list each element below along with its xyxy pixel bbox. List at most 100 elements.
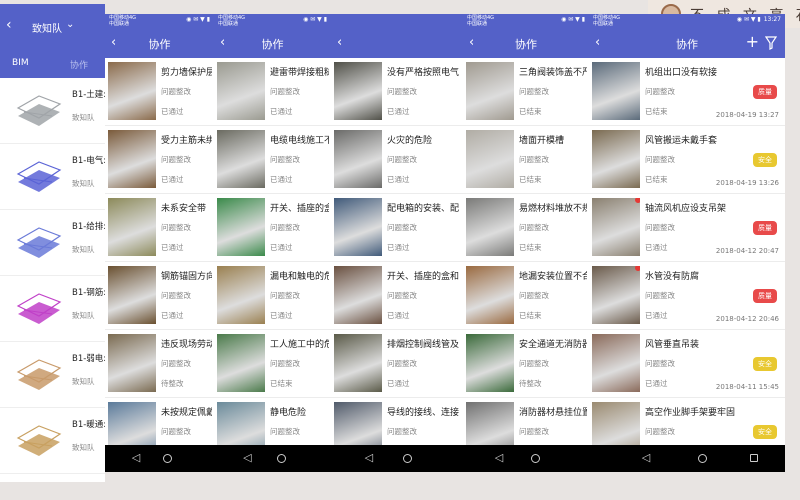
issue-status: 已通过 xyxy=(161,175,184,184)
issue-title: 地漏安装位置不合 xyxy=(519,272,587,282)
issue-title: 排烟控制阀线管及 xyxy=(387,340,460,350)
model-title: B1-暖通: xyxy=(72,420,105,430)
bim-model-item[interactable]: B1-土建: 致知队 xyxy=(0,78,105,144)
issue-list-item[interactable]: 配电箱的安装、配 问题整改 已通过 xyxy=(331,194,463,262)
issue-list-item[interactable]: 电缆电线施工不符问题整改已通过 xyxy=(214,126,331,194)
issue-list-item[interactable]: 未系安全带 问题整改 已通过 xyxy=(105,194,214,262)
issue-status: 已通过 xyxy=(387,175,410,184)
nav-back-icon[interactable]: ◁ xyxy=(642,452,650,464)
issue-title: 没有严格按照电气 xyxy=(387,68,460,78)
issue-title: 开关、插座的盒和 xyxy=(270,204,329,214)
issue-list-item[interactable]: 水管没有防腐 问题整改 已通过 质量 2018-04-12 20:46 xyxy=(589,262,785,330)
issue-list-item[interactable]: 安全通道无消防器 问题整改 待整改 xyxy=(463,330,589,398)
status-icon-glyphs: ◉ ✉ ▼ ▮ xyxy=(736,16,761,23)
issue-list-item[interactable]: 易燃材料堆放不规 问题整改 已结束 xyxy=(463,194,589,262)
issue-type: 问题整改 xyxy=(645,87,675,96)
issue-photo xyxy=(217,130,265,188)
page-title: 协作 xyxy=(148,38,171,51)
status-icons: ◉ ✉ ▼ ▮ xyxy=(303,17,327,23)
team-selector[interactable]: 致知队 xyxy=(32,20,62,35)
issue-list-item[interactable]: 开关、插座的盒和问题整改已通过 xyxy=(331,262,463,330)
issue-list-item[interactable]: 开关、插座的盒和问题整改已通过 xyxy=(214,194,331,262)
issue-photo xyxy=(217,266,265,324)
issue-list-item[interactable]: 钢筋锚固方向错问题整改已通过 xyxy=(105,262,214,330)
issue-title: 高空作业脚手架要牢固 xyxy=(645,408,735,418)
issue-photo xyxy=(592,266,640,324)
issue-type: 问题整改 xyxy=(270,155,300,164)
issue-list-item[interactable]: 墙面开模槽 问题整改 已结束 xyxy=(463,126,589,194)
issue-type: 问题整改 xyxy=(645,155,675,164)
issue-list-item[interactable]: 三角阀装饰盖不严 问题整改已结束 xyxy=(463,58,589,126)
issue-status: 已通过 xyxy=(387,311,410,320)
issue-list-item[interactable]: 受力主筋未绑扎问题整改已通过 xyxy=(105,126,214,194)
tab-bim[interactable]: BIM xyxy=(12,58,29,68)
issue-title: 三角阀装饰盖不严 xyxy=(519,68,587,78)
chevron-down-icon[interactable]: ⌄ xyxy=(66,19,74,30)
model-thumbnail xyxy=(12,86,66,136)
issue-list-item[interactable]: 工人施工中的危险问题整改已结束 xyxy=(214,330,331,398)
add-icon[interactable]: + xyxy=(746,32,759,51)
issue-photo xyxy=(334,198,382,256)
issue-list-item[interactable]: 火灾的危险 问题整改 已通过 xyxy=(331,126,463,194)
issue-photo xyxy=(334,334,382,392)
issue-photo xyxy=(592,198,640,256)
model-thumbnail xyxy=(12,350,66,400)
nav-back-icon[interactable]: ◁ xyxy=(243,452,251,464)
bim-model-item[interactable]: B1-暖通: 致知队 xyxy=(0,408,105,474)
issue-photo xyxy=(592,62,640,120)
issue-status: 已结束 xyxy=(519,175,542,184)
issue-type: 问题整改 xyxy=(270,87,300,96)
issue-list-item[interactable]: 地漏安装位置不合 问题整改 已结束 xyxy=(463,262,589,330)
issue-list-item[interactable]: 风管搬运未戴手套 问题整改 已结束 安全 2018-04-19 13:26 xyxy=(589,126,785,194)
nav-back-icon[interactable]: ◁ xyxy=(365,452,373,464)
issue-title: 未系安全带 xyxy=(161,204,207,214)
issue-type: 问题整改 xyxy=(161,87,191,96)
nav-home-icon[interactable] xyxy=(402,454,412,463)
issue-list-item[interactable]: 避雷带焊接粗糙 问题整改 已通过 xyxy=(214,58,331,126)
nav-home-icon[interactable] xyxy=(276,454,286,463)
issue-type: 问题整改 xyxy=(161,155,191,164)
issue-title: 未按规定佩戴护 xyxy=(161,408,212,418)
nav-home-icon[interactable] xyxy=(163,454,173,463)
issue-type: 问题整改 xyxy=(519,291,549,300)
issue-photo xyxy=(466,198,514,256)
bim-model-item[interactable]: B1-钢筋: 致知队 xyxy=(0,276,105,342)
nav-home-icon[interactable] xyxy=(697,454,707,463)
model-title: B1-电气: xyxy=(72,156,105,166)
bim-model-item[interactable]: B1-电气: 致知队 xyxy=(0,144,105,210)
issue-title: 消防器材悬挂位置 xyxy=(519,408,587,418)
issue-type: 问题整改 xyxy=(519,87,549,96)
issue-title: 剪力墙保护层厚 xyxy=(161,68,212,78)
back-icon[interactable]: ‹ xyxy=(337,34,342,51)
issue-title: 电缆电线施工不符 xyxy=(270,136,329,146)
category-badge: 质量 xyxy=(753,85,777,99)
issue-list-item[interactable]: 机组出口没有软接 问题整改 已结束 质量 2018-04-19 13:27 xyxy=(589,58,785,126)
nav-back-icon[interactable]: ◁ xyxy=(132,452,140,464)
issue-list-item[interactable]: 排烟控制阀线管及 问题整改 已通过 xyxy=(331,330,463,398)
nav-home-icon[interactable] xyxy=(531,454,541,463)
model-team: 致知队 xyxy=(72,311,95,320)
issue-list-item[interactable]: 违反现场劳动纪问题整改待整改 xyxy=(105,330,214,398)
tab-collab[interactable]: 协作 xyxy=(70,58,88,71)
issue-type: 问题整改 xyxy=(270,223,300,232)
back-icon[interactable]: ‹ xyxy=(6,17,12,33)
issue-title: 风管搬运未戴手套 xyxy=(645,136,718,146)
issue-status: 已结束 xyxy=(519,107,542,116)
issue-list-item[interactable]: 剪力墙保护层厚问题整改已通过 xyxy=(105,58,214,126)
issue-type: 问题整改 xyxy=(161,359,191,368)
issue-title: 风管垂直吊装 xyxy=(645,340,700,350)
nav-recents-icon[interactable] xyxy=(749,454,758,462)
issue-list-item[interactable]: 风管垂直吊装 问题整改 已通过 安全 2018-04-11 15:45 xyxy=(589,330,785,398)
filter-icon[interactable] xyxy=(764,35,778,50)
model-thumbnail xyxy=(12,416,66,466)
issue-type: 问题整改 xyxy=(645,427,675,436)
issue-list-item[interactable]: 漏电和触电的危险问题整改已通过 xyxy=(214,262,331,330)
issue-list-item[interactable]: 轴流风机应设支吊架 问题整改 已通过 质量 2018-04-12 20:47 xyxy=(589,194,785,262)
issue-list-item[interactable]: 没有严格按照电气 问题整改 已通过 xyxy=(331,58,463,126)
android-nav-bar: ◁ xyxy=(214,445,331,472)
bim-model-item[interactable]: B1-给排: 致知队 xyxy=(0,210,105,276)
android-nav-bar: ◁ xyxy=(331,445,463,472)
status-time: 13:27 xyxy=(763,16,781,23)
bim-model-item[interactable]: B1-弱电: 致知队 xyxy=(0,342,105,408)
nav-back-icon[interactable]: ◁ xyxy=(495,452,503,464)
